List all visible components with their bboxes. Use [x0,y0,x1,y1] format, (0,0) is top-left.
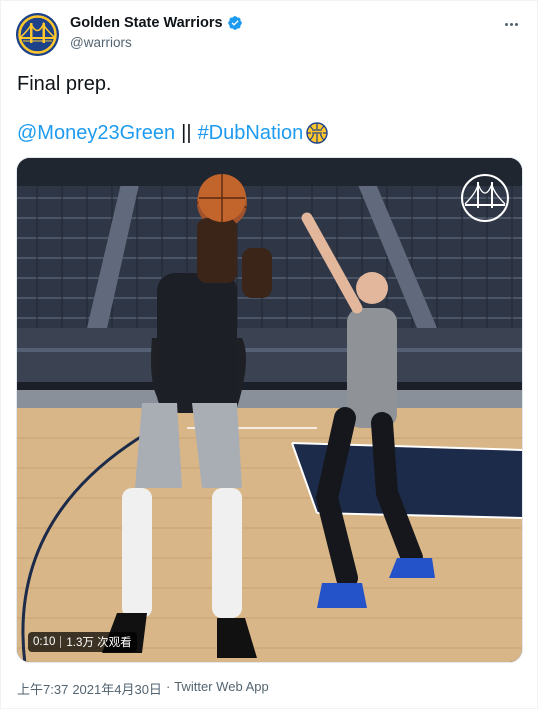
verified-badge-icon [227,16,242,30]
tweet-card: Golden State Warriors @warriors Final pr… [0,0,538,709]
video-duration: 0:10 [33,636,56,648]
dubnation-basketball-icon [306,122,328,144]
meta-dot-separator: · [165,679,171,694]
more-options-button[interactable] [499,14,523,34]
video-player[interactable]: 0:10 1.3万 次观看 [16,157,523,663]
avatar[interactable] [16,13,59,56]
warriors-bridge-logo-icon [16,13,59,56]
video-views: 1.3万 次观看 [66,637,132,649]
tweet-time[interactable]: 上午7:37 [17,679,68,698]
tweet-meta: 上午7:37 2021年4月30日 · Twitter Web App [17,679,269,698]
separator-text: || [181,121,192,144]
author-display-name[interactable]: Golden State Warriors [70,15,223,31]
video-frame [17,158,522,662]
tweet-date[interactable]: 2021年4月30日 [72,679,162,698]
tweet-text: Final prep. [17,73,112,95]
more-dot-icon [509,22,513,26]
mention-link[interactable]: @Money23Green [17,122,175,145]
tweet-source[interactable]: Twitter Web App [174,679,268,698]
author-name-row[interactable]: Golden State Warriors [70,15,243,31]
video-stats-badge: 0:10 1.3万 次观看 [28,632,137,652]
author-handle[interactable]: @warriors [70,35,132,50]
badge-divider [60,636,62,648]
hashtag-link[interactable]: #DubNation [198,122,304,145]
tweet-links-line: @Money23Green || #DubNation [17,121,329,145]
more-dot-icon [504,22,508,26]
more-dot-icon [514,22,518,26]
